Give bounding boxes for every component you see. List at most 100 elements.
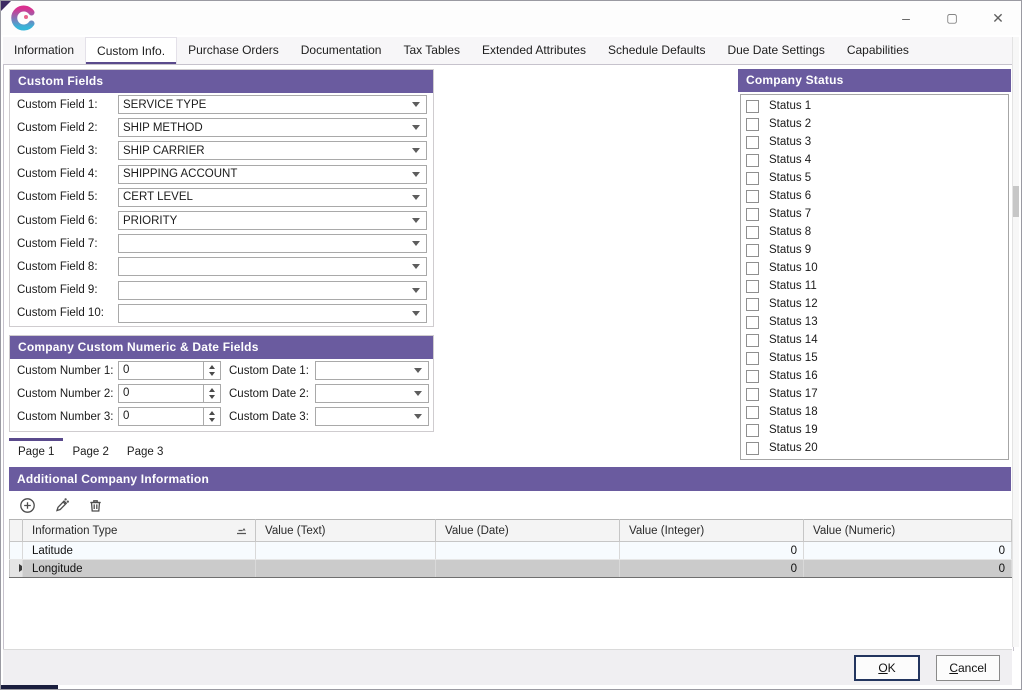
status-checkbox[interactable] bbox=[746, 298, 759, 311]
custom-field-dropdown[interactable]: SHIP METHOD bbox=[118, 118, 427, 137]
status-list-item[interactable]: Status 13 bbox=[741, 313, 1008, 331]
add-record-icon[interactable] bbox=[18, 496, 36, 514]
status-checkbox[interactable] bbox=[746, 262, 759, 275]
custom-date-dropdown[interactable] bbox=[315, 384, 429, 403]
status-list-item[interactable]: Status 3 bbox=[741, 133, 1008, 151]
cell-value-date[interactable] bbox=[436, 542, 620, 560]
custom-number-input[interactable]: 0 bbox=[118, 407, 221, 426]
status-list-item[interactable]: Status 5 bbox=[741, 169, 1008, 187]
status-list-item[interactable]: Status 1 bbox=[741, 97, 1008, 115]
column-value-integer[interactable]: Value (Integer) bbox=[620, 520, 804, 542]
status-list-item[interactable]: Status 9 bbox=[741, 241, 1008, 259]
spin-down-icon[interactable] bbox=[209, 395, 215, 399]
cell-value-numeric[interactable]: 0 bbox=[804, 542, 1012, 560]
custom-field-dropdown[interactable]: PRIORITY bbox=[118, 211, 427, 230]
status-list-item[interactable]: Status 12 bbox=[741, 295, 1008, 313]
status-list-item[interactable]: Status 11 bbox=[741, 277, 1008, 295]
tab-custom-info[interactable]: Custom Info. bbox=[85, 37, 177, 64]
custom-field-dropdown[interactable] bbox=[118, 234, 427, 253]
spinner-buttons[interactable] bbox=[203, 385, 220, 402]
tab-schedule-defaults[interactable]: Schedule Defaults bbox=[597, 37, 716, 64]
cell-value-text[interactable] bbox=[256, 542, 436, 560]
status-checkbox[interactable] bbox=[746, 226, 759, 239]
close-button[interactable]: ✕ bbox=[975, 1, 1021, 35]
custom-field-dropdown[interactable]: SHIPPING ACCOUNT bbox=[118, 165, 427, 184]
tab-purchase-orders[interactable]: Purchase Orders bbox=[177, 37, 290, 64]
status-checkbox[interactable] bbox=[746, 334, 759, 347]
delete-record-icon[interactable] bbox=[86, 496, 104, 514]
cell-value-text[interactable] bbox=[256, 560, 436, 578]
status-checkbox[interactable] bbox=[746, 424, 759, 437]
cell-value-integer[interactable]: 0 bbox=[620, 560, 804, 578]
status-checkbox[interactable] bbox=[746, 136, 759, 149]
custom-number-input[interactable]: 0 bbox=[118, 361, 221, 380]
spin-down-icon[interactable] bbox=[209, 418, 215, 422]
cell-value-integer[interactable]: 0 bbox=[620, 542, 804, 560]
column-value-date[interactable]: Value (Date) bbox=[436, 520, 620, 542]
status-checkbox[interactable] bbox=[746, 244, 759, 257]
status-checkbox[interactable] bbox=[746, 190, 759, 203]
status-checkbox[interactable] bbox=[746, 460, 759, 461]
spin-up-icon[interactable] bbox=[209, 411, 215, 415]
cell-value-numeric[interactable]: 0 bbox=[804, 560, 1012, 578]
ok-button[interactable]: OK bbox=[854, 655, 920, 681]
spin-up-icon[interactable] bbox=[209, 365, 215, 369]
status-list-item[interactable]: Status 21 bbox=[741, 457, 1008, 460]
table-row-latitude[interactable]: Latitude 0 0 bbox=[10, 542, 1012, 560]
custom-date-dropdown[interactable] bbox=[315, 361, 429, 380]
maximize-button[interactable]: ▢ bbox=[929, 1, 975, 35]
custom-field-dropdown[interactable]: SERVICE TYPE bbox=[118, 95, 427, 114]
status-checkbox[interactable] bbox=[746, 406, 759, 419]
status-checkbox[interactable] bbox=[746, 352, 759, 365]
spinner-buttons[interactable] bbox=[203, 362, 220, 379]
status-list-item[interactable]: Status 10 bbox=[741, 259, 1008, 277]
tab-documentation[interactable]: Documentation bbox=[290, 37, 393, 64]
column-value-text[interactable]: Value (Text) bbox=[256, 520, 436, 542]
tab-information[interactable]: Information bbox=[3, 37, 85, 64]
minimize-button[interactable]: – bbox=[883, 1, 929, 35]
cancel-button[interactable]: Cancel bbox=[936, 655, 1000, 681]
scrollbar-thumb[interactable] bbox=[1013, 186, 1019, 217]
status-list-item[interactable]: Status 6 bbox=[741, 187, 1008, 205]
status-list-item[interactable]: Status 20 bbox=[741, 439, 1008, 457]
status-list-item[interactable]: Status 15 bbox=[741, 349, 1008, 367]
status-checkbox[interactable] bbox=[746, 100, 759, 113]
custom-field-dropdown[interactable] bbox=[118, 257, 427, 276]
cell-information-type[interactable]: Longitude bbox=[23, 560, 256, 578]
status-checkbox[interactable] bbox=[746, 370, 759, 383]
cell-information-type[interactable]: Latitude bbox=[23, 542, 256, 560]
custom-date-dropdown[interactable] bbox=[315, 407, 429, 426]
window-scrollbar[interactable] bbox=[1012, 37, 1019, 647]
spinner-buttons[interactable] bbox=[203, 408, 220, 425]
page-tab-1[interactable]: Page 1 bbox=[9, 438, 63, 462]
status-checkbox[interactable] bbox=[746, 154, 759, 167]
tab-capabilities[interactable]: Capabilities bbox=[836, 37, 920, 64]
status-checkbox[interactable] bbox=[746, 172, 759, 185]
status-list-item[interactable]: Status 18 bbox=[741, 403, 1008, 421]
status-checkbox[interactable] bbox=[746, 118, 759, 131]
sort-icon[interactable] bbox=[236, 526, 247, 538]
edit-record-icon[interactable] bbox=[52, 496, 70, 514]
tab-tax-tables[interactable]: Tax Tables bbox=[392, 37, 470, 64]
cell-value-date[interactable] bbox=[436, 560, 620, 578]
company-status-list[interactable]: Status 1 Status 2 Status 3 Status 4 bbox=[740, 94, 1009, 460]
spin-up-icon[interactable] bbox=[209, 388, 215, 392]
status-checkbox[interactable] bbox=[746, 316, 759, 329]
column-information-type[interactable]: Information Type bbox=[23, 520, 256, 542]
status-list-item[interactable]: Status 19 bbox=[741, 421, 1008, 439]
column-value-numeric[interactable]: Value (Numeric) bbox=[804, 520, 1012, 542]
page-tab-2[interactable]: Page 2 bbox=[63, 438, 117, 462]
status-list-item[interactable]: Status 4 bbox=[741, 151, 1008, 169]
status-list-item[interactable]: Status 2 bbox=[741, 115, 1008, 133]
custom-field-dropdown[interactable]: CERT LEVEL bbox=[118, 188, 427, 207]
status-checkbox[interactable] bbox=[746, 388, 759, 401]
custom-field-dropdown[interactable] bbox=[118, 304, 427, 323]
status-list-item[interactable]: Status 8 bbox=[741, 223, 1008, 241]
status-checkbox[interactable] bbox=[746, 208, 759, 221]
status-checkbox[interactable] bbox=[746, 280, 759, 293]
status-checkbox[interactable] bbox=[746, 442, 759, 455]
status-list-item[interactable]: Status 7 bbox=[741, 205, 1008, 223]
spin-down-icon[interactable] bbox=[209, 372, 215, 376]
tab-due-date-settings[interactable]: Due Date Settings bbox=[716, 37, 835, 64]
tab-extended-attributes[interactable]: Extended Attributes bbox=[471, 37, 597, 64]
